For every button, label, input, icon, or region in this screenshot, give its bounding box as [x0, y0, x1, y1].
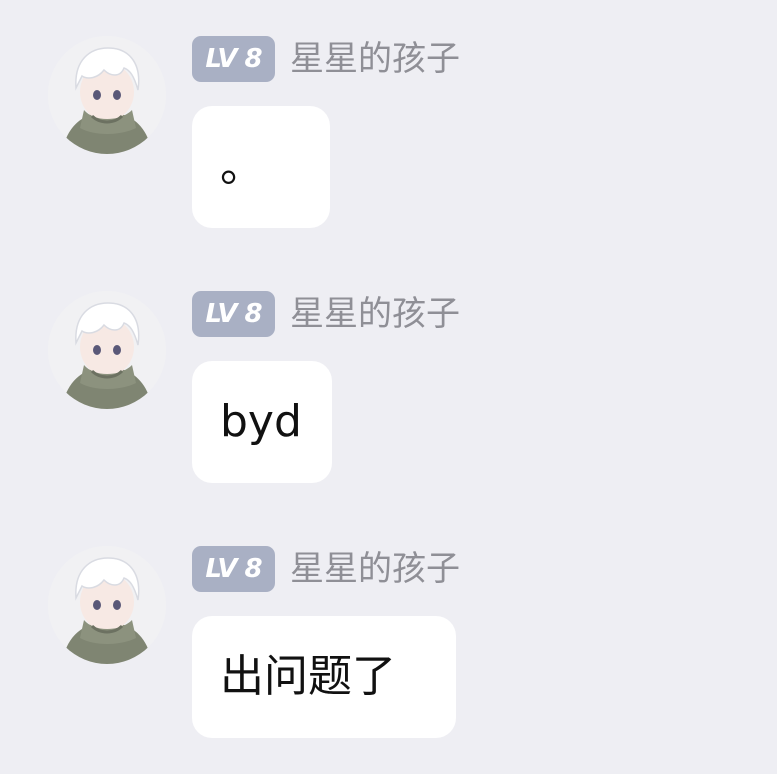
avatar[interactable]: [48, 546, 166, 664]
avatar[interactable]: [48, 36, 166, 154]
message-bubble[interactable]: byd: [192, 361, 332, 483]
level-badge: LV 8: [192, 546, 275, 592]
sender-name[interactable]: 星星的孩子: [290, 291, 460, 337]
anime-avatar-icon: [48, 291, 166, 409]
sender-name[interactable]: 星星的孩子: [290, 546, 460, 592]
chat-message: LV 8 星星的孩子 出问题了: [0, 510, 777, 760]
chat-message: LV 8 星星的孩子 byd: [0, 255, 777, 505]
avatar[interactable]: [48, 291, 166, 409]
chat-message: LV 8 星星的孩子 。: [0, 0, 777, 250]
anime-avatar-icon: [48, 36, 166, 154]
message-bubble[interactable]: 。: [192, 106, 330, 228]
message-bubble[interactable]: 出问题了: [192, 616, 456, 738]
level-badge: LV 8: [192, 36, 275, 82]
sender-name[interactable]: 星星的孩子: [290, 36, 460, 82]
anime-avatar-icon: [48, 546, 166, 664]
level-badge: LV 8: [192, 291, 275, 337]
chat-message-list: LV 8 星星的孩子 。 LV 8 星星的孩子 byd LV 8 星星的孩子 出…: [0, 0, 777, 774]
